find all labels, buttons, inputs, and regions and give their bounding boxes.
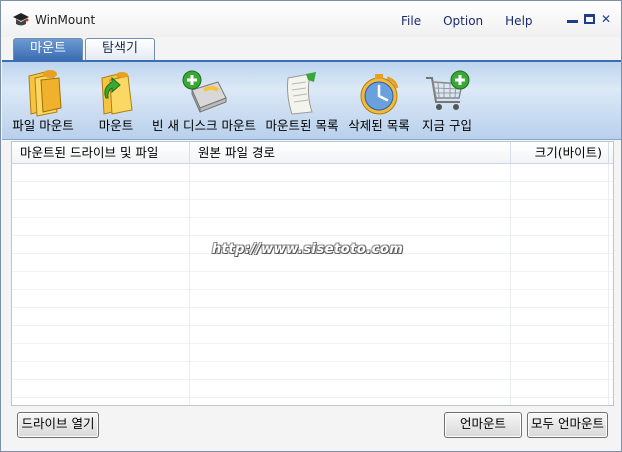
menu-bar: File Option Help	[401, 14, 555, 28]
toolbar-buy-now-button[interactable]: 지금 구입	[418, 64, 476, 140]
document-list-icon	[287, 72, 316, 115]
toolbar-label: 파일 마운트	[12, 118, 74, 133]
toolbar-label: 삭제된 목록	[348, 118, 410, 133]
window-controls: ✕	[566, 13, 611, 25]
toolbar-mount-button[interactable]: 마운트	[90, 64, 142, 140]
app-logo-icon	[13, 13, 29, 26]
table-row	[12, 200, 613, 218]
table-row	[12, 362, 613, 380]
table-body[interactable]: http://www.sisetoto.com	[12, 164, 613, 405]
column-header-size[interactable]: 크기(바이트)	[511, 142, 609, 163]
mounted-drives-table: 마운트된 드라이브 및 파일 원본 파일 경로 크기(바이트) http://w…	[11, 141, 614, 406]
table-row	[12, 380, 613, 398]
watermark-text: http://www.sisetoto.com	[212, 242, 404, 257]
maximize-icon[interactable]	[583, 14, 595, 24]
table-row	[12, 344, 613, 362]
close-icon[interactable]: ✕	[601, 13, 611, 25]
folder-arrow-icon	[101, 72, 133, 115]
menu-option[interactable]: Option	[443, 14, 483, 28]
folder-disk-icon	[28, 70, 62, 117]
table-row	[12, 398, 613, 405]
window-title: WinMount	[35, 13, 96, 27]
toolbar-new-disk-button[interactable]: 빈 새 디스크 마운트	[150, 64, 258, 140]
menu-file[interactable]: File	[401, 14, 421, 28]
table-row	[12, 218, 613, 236]
table-row	[12, 308, 613, 326]
unmount-all-button[interactable]: 모두 언마운트	[527, 412, 608, 438]
column-header-mounted-drives[interactable]: 마운트된 드라이브 및 파일	[12, 142, 190, 163]
toolbar-mount-file-button[interactable]: 파일 마운트	[10, 64, 76, 140]
table-header: 마운트된 드라이브 및 파일 원본 파일 경로 크기(바이트)	[12, 142, 613, 164]
shopping-cart-icon	[426, 70, 470, 110]
table-row	[12, 326, 613, 344]
toolbar-label: 마운트된 목록	[265, 118, 339, 133]
table-row	[12, 182, 613, 200]
open-drive-button[interactable]: 드라이브 열기	[17, 412, 99, 438]
unmount-button[interactable]: 언마운트	[444, 412, 522, 438]
toolbar-label: 마운트	[98, 118, 134, 133]
menu-help[interactable]: Help	[505, 14, 532, 28]
winmount-window: WinMount File Option Help ✕ 마운트 탐색기 파일 마…	[0, 0, 622, 452]
toolbar-label: 빈 새 디스크 마운트	[152, 118, 256, 133]
table-row	[12, 272, 613, 290]
clock-icon	[360, 74, 399, 115]
tab-mount[interactable]: 마운트	[13, 38, 83, 60]
new-disk-icon	[182, 70, 227, 113]
table-row	[12, 164, 613, 182]
toolbar: 파일 마운트 마운트 빈 새 디스크 마운트 마운트된 목록 삭제된 목록 지금…	[2, 60, 621, 140]
minimize-icon[interactable]	[566, 20, 578, 23]
column-header-source-path[interactable]: 원본 파일 경로	[190, 142, 511, 163]
toolbar-mounted-list-button[interactable]: 마운트된 목록	[264, 64, 340, 140]
toolbar-label: 지금 구입	[422, 118, 472, 133]
toolbar-deleted-list-button[interactable]: 삭제된 목록	[346, 64, 412, 140]
title-bar: WinMount File Option Help ✕	[1, 1, 621, 37]
table-row	[12, 290, 613, 308]
tab-bar: 마운트 탐색기	[13, 38, 157, 60]
tab-explorer[interactable]: 탐색기	[85, 38, 155, 60]
